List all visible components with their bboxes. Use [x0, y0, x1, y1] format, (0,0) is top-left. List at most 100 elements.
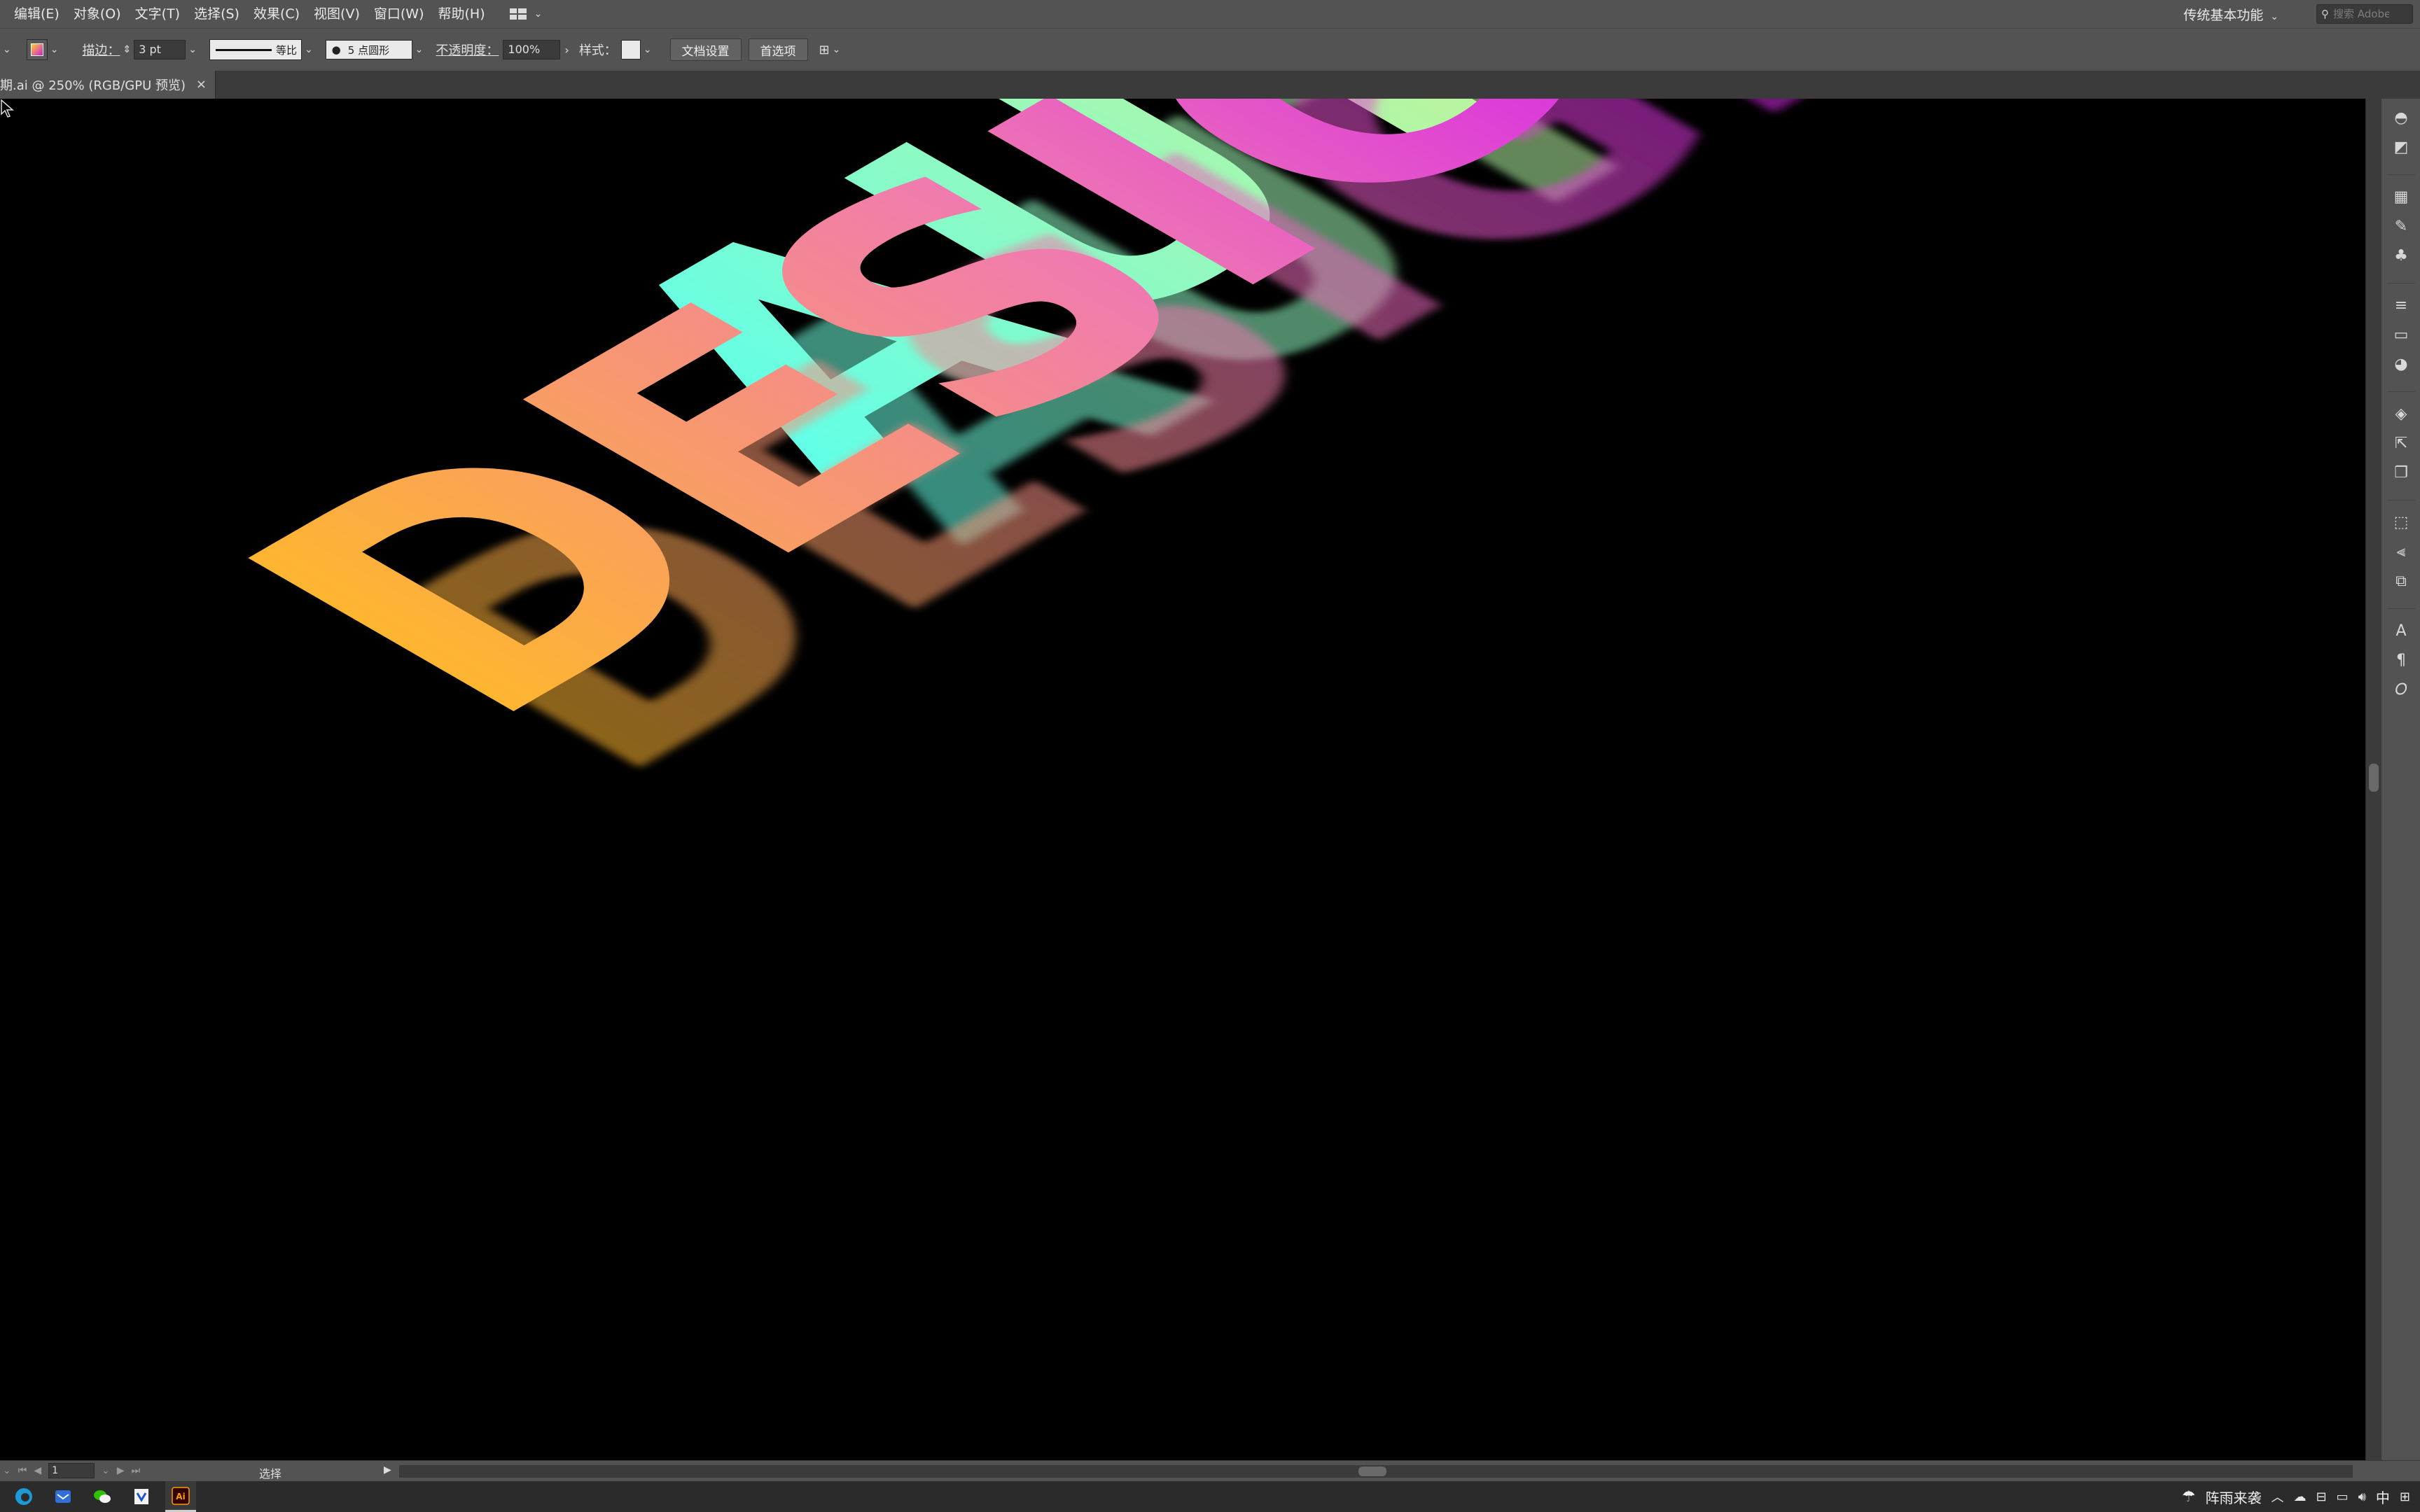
wechat-icon[interactable]	[87, 1481, 118, 1512]
notes-app-icon[interactable]	[126, 1481, 157, 1512]
chevron-down-icon[interactable]: ⌄	[305, 44, 313, 55]
paragraph-icon[interactable]: ¶	[2381, 645, 2420, 675]
align-icon[interactable]: ⫷	[2381, 537, 2420, 566]
transform-icon[interactable]: ⬚	[2381, 507, 2420, 537]
last-artboard-icon[interactable]: ⏭	[132, 1465, 141, 1476]
opentype-icon[interactable]: 𝑂	[2381, 675, 2420, 704]
chevron-down-icon[interactable]: ⌄	[188, 44, 197, 55]
os-taskbar: Ai ☂ 阵雨来袭 ︿ ☁ ⊟ ▭ 🔊︎ 中 ⊞	[0, 1481, 2420, 1512]
stroke-icon[interactable]: ≡	[2381, 290, 2420, 320]
next-artboard-icon[interactable]: ▶	[117, 1465, 125, 1476]
document-tab-title: 期.ai @ 250% (RGB/GPU 预览)	[0, 78, 186, 93]
variable-width-profile[interactable]: 等比	[209, 39, 302, 60]
artboard-number-field[interactable]: 1	[48, 1463, 95, 1478]
cloud-icon[interactable]: ☁	[2293, 1490, 2306, 1504]
search-box[interactable]: ⚲	[2316, 4, 2413, 24]
artboard-navigation: ⌄ ⏮ ◀ 1 ⌄ ▶ ⏭	[3, 1463, 140, 1478]
stepper-icon[interactable]: ⇕	[123, 44, 131, 55]
color-guide-icon[interactable]: ◓	[2381, 103, 2420, 132]
system-tray: ☂ 阵雨来袭 ︿ ☁ ⊟ ▭ 🔊︎ 中 ⊞	[2182, 1481, 2420, 1512]
scrollbar-thumb[interactable]	[1358, 1466, 1386, 1476]
menu-bar: 编辑(E) 对象(O) 文字(T) 选择(S) 效果(C) 视图(V) 窗口(W…	[0, 0, 2420, 28]
arrange-documents-button[interactable]: ⌄	[509, 8, 545, 20]
menu-window[interactable]: 窗口(W)	[367, 0, 431, 28]
chevron-down-icon[interactable]: ⌄	[415, 44, 424, 55]
brush-label: 5 点圆形	[347, 43, 390, 57]
document-tab[interactable]: 期.ai @ 250% (RGB/GPU 预览) ×	[0, 71, 216, 99]
brushes-icon[interactable]: ✎	[2381, 211, 2420, 241]
search-input[interactable]	[2332, 7, 2391, 21]
artboards-icon[interactable]: ❐	[2381, 458, 2420, 487]
edge-browser-icon[interactable]	[8, 1481, 39, 1512]
export-icon[interactable]: ⇱	[2381, 428, 2420, 458]
search-icon: ⚲	[2321, 8, 2329, 20]
opacity-field[interactable]: 100%	[503, 40, 561, 59]
panel-menu-button[interactable]: ⊞ ⌄	[819, 43, 844, 57]
opacity-label[interactable]: 不透明度：	[436, 41, 499, 59]
network-icon[interactable]: ▭	[2337, 1490, 2349, 1504]
arrow-cursor-icon	[1, 99, 14, 118]
panel-icon-strip: ◓ ◩ ▦ ✎ ♣ ≡ ▭ ◕ ◈ ⇱ ❐ ⬚ ⫷ ⧉ A ¶ 𝑂	[2381, 99, 2420, 704]
brush-definition[interactable]: ● 5 点圆形	[325, 40, 412, 59]
control-bar: ⌄ ⌄ 描边： ⇕ 3 pt ⌄ 等比 ⌄ ● 5 点圆形 ⌄ 不透明度： 10…	[0, 28, 2420, 71]
panel-dock: ◓ ◩ ▦ ✎ ♣ ≡ ▭ ◕ ◈ ⇱ ❐ ⬚ ⫷ ⧉ A ¶ 𝑂	[2365, 99, 2420, 1460]
illustrator-window: 编辑(E) 对象(O) 文字(T) 选择(S) 效果(C) 视图(V) 窗口(W…	[0, 0, 2420, 1512]
chevron-down-icon[interactable]: ⌄	[102, 1465, 110, 1476]
chevron-down-icon: ⌄	[832, 44, 841, 55]
stroke-weight-field[interactable]: 3 pt	[134, 40, 186, 59]
graphic-style-swatch[interactable]	[620, 40, 641, 59]
workspace-switcher[interactable]: 传统基本功能 ⌄	[2183, 5, 2281, 24]
stroke-line-icon	[215, 48, 272, 51]
chevron-down-icon[interactable]: ⌄	[3, 1465, 11, 1476]
status-bar: ⌄ ⏮ ◀ 1 ⌄ ▶ ⏭ 选择 ▶	[0, 1460, 2420, 1482]
mail-app-icon[interactable]	[48, 1481, 78, 1512]
horizontal-scrollbar[interactable]	[399, 1465, 2353, 1478]
layers-icon[interactable]: ◈	[2381, 399, 2420, 428]
previous-artboard-icon[interactable]: ◀	[34, 1465, 41, 1476]
input-grid-icon[interactable]: ⊞	[2400, 1490, 2410, 1504]
transparency-icon[interactable]: ◕	[2381, 349, 2420, 379]
ime-indicator[interactable]: 中	[2376, 1487, 2390, 1507]
menu-type[interactable]: 文字(T)	[128, 0, 187, 28]
vertical-scrollbar[interactable]	[2366, 99, 2381, 1460]
first-artboard-icon[interactable]: ⏮	[18, 1465, 27, 1476]
illustrator-app-icon[interactable]: Ai	[165, 1481, 196, 1512]
workspace-label: 传统基本功能	[2183, 7, 2264, 23]
pathfinder-icon[interactable]: ⧉	[2381, 566, 2420, 596]
stroke-label[interactable]: 描边：	[82, 41, 120, 59]
menu-effect[interactable]: 效果(C)	[246, 0, 307, 28]
document-setup-button[interactable]: 文档设置	[669, 38, 742, 61]
speaker-icon[interactable]: 🔊︎	[2358, 1490, 2366, 1504]
chevron-down-icon[interactable]: ⌄	[3, 44, 11, 55]
chevron-right-icon[interactable]: ›	[564, 43, 569, 57]
menu-edit[interactable]: 编辑(E)	[0, 0, 67, 28]
color-icon[interactable]: ◩	[2381, 132, 2420, 162]
chevron-up-icon[interactable]: ︿	[2271, 1488, 2283, 1506]
close-icon[interactable]: ×	[196, 77, 207, 92]
chevron-down-icon[interactable]: ⌄	[644, 44, 652, 55]
preferences-button[interactable]: 首选项	[748, 38, 808, 61]
menu-help[interactable]: 帮助(H)	[431, 0, 492, 28]
artboard-canvas[interactable]: AUTOU AUTOU DESIGN DESIGN	[0, 99, 2365, 1460]
fill-color-control[interactable]: ⌄	[26, 39, 62, 60]
usb-icon[interactable]: ⊟	[2316, 1490, 2326, 1504]
profile-label: 等比	[275, 43, 297, 57]
symbols-icon[interactable]: ♣	[2381, 241, 2420, 270]
artwork-row-design[interactable]: DESIGN DESIGN	[146, 99, 2107, 844]
dot-icon: ●	[331, 43, 341, 56]
status-menu-arrow-icon[interactable]: ▶	[384, 1464, 391, 1476]
weather-icon[interactable]: ☂	[2182, 1488, 2196, 1506]
character-icon[interactable]: A	[2381, 616, 2420, 645]
weather-text[interactable]: 阵雨来袭	[2205, 1487, 2261, 1507]
gradient-icon[interactable]: ▭	[2381, 320, 2420, 349]
chevron-down-icon: ⌄	[50, 44, 59, 55]
menu-select[interactable]: 选择(S)	[187, 0, 246, 28]
menu-object[interactable]: 对象(O)	[67, 0, 128, 28]
scrollbar-thumb[interactable]	[2369, 764, 2379, 792]
fill-swatch[interactable]	[26, 39, 48, 60]
style-label: 样式：	[578, 43, 617, 58]
grid-layout-icon	[509, 8, 527, 20]
menu-view[interactable]: 视图(V)	[307, 0, 367, 28]
swatches-icon[interactable]: ▦	[2381, 182, 2420, 211]
panel-menu-icon: ⊞	[819, 42, 830, 57]
